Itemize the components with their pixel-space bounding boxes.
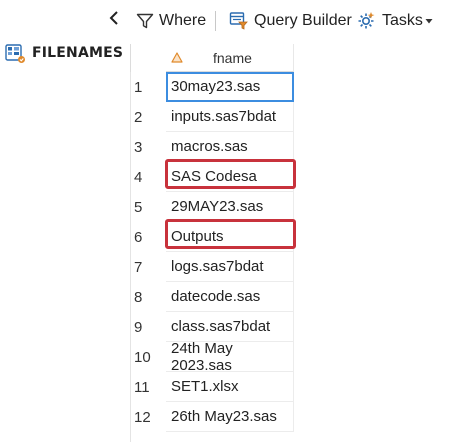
table-row: 6 Outputs — [130, 222, 294, 252]
table-cell[interactable]: 30may23.sas — [166, 72, 294, 102]
table-cell[interactable]: 29MAY23.sas — [166, 192, 294, 222]
where-button[interactable]: Where — [136, 8, 206, 34]
row-number: 9 — [134, 318, 143, 336]
toolbar: Where Query Builder Tasks — [0, 0, 474, 40]
table-row: 5 29MAY23.sas — [130, 192, 294, 222]
table-cell[interactable]: SAS Codesa — [166, 162, 294, 192]
row-number: 1 — [134, 78, 143, 96]
where-label: Where — [159, 12, 207, 29]
query-builder-icon — [229, 12, 248, 30]
row-number: 2 — [134, 108, 143, 126]
row-number: 10 — [134, 348, 151, 366]
table-cell[interactable]: class.sas7bdat — [166, 312, 294, 342]
collapse-panel-button[interactable] — [104, 6, 124, 30]
table-cell[interactable]: Outputs — [166, 222, 294, 252]
table-row: 9 class.sas7bdat — [130, 312, 294, 342]
tasks-gear-icon — [358, 12, 375, 29]
table-cell[interactable]: SET1.xlsx — [166, 372, 294, 402]
row-number: 4 — [134, 168, 143, 186]
table-cell[interactable]: datecode.sas — [166, 282, 294, 312]
row-number: 12 — [134, 408, 151, 426]
chevron-left-icon — [109, 11, 118, 25]
table-cell[interactable]: logs.sas7bdat — [166, 252, 294, 282]
table-row: 2 inputs.sas7bdat — [130, 102, 294, 132]
table-row: 1 30may23.sas — [130, 72, 294, 102]
row-number: 5 — [134, 198, 143, 216]
caret-down-icon — [425, 19, 433, 24]
character-column-icon — [171, 52, 183, 63]
toolbar-separator — [215, 11, 216, 31]
table-row: 11 SET1.xlsx — [130, 372, 294, 402]
table-row: 8 datecode.sas — [130, 282, 294, 312]
dataset-table-icon — [5, 44, 25, 63]
table-cell[interactable]: inputs.sas7bdat — [166, 102, 294, 132]
column-header-label: fname — [213, 49, 252, 66]
dataset-name: FILENAMES — [32, 45, 124, 61]
table-row: 10 24th May 2023.sas — [130, 340, 294, 374]
table-cell[interactable]: 24th May 2023.sas — [166, 340, 294, 374]
column-header-fname[interactable]: fname — [166, 44, 294, 72]
row-number: 8 — [134, 288, 143, 306]
row-number: 11 — [134, 378, 150, 396]
tasks-label: Tasks — [382, 12, 423, 29]
table-row: 4 SAS Codesa — [130, 162, 294, 192]
row-number: 3 — [134, 138, 143, 156]
grid-divider — [130, 44, 131, 72]
row-number: 6 — [134, 228, 143, 246]
query-builder-label: Query Builder — [254, 12, 352, 29]
table-row: 7 logs.sas7bdat — [130, 252, 294, 282]
data-table: 1 30may23.sas 2 inputs.sas7bdat 3 macros… — [130, 72, 294, 432]
filter-funnel-icon — [136, 13, 154, 29]
table-cell[interactable]: 26th May23.sas — [166, 402, 294, 432]
query-builder-button[interactable]: Query Builder — [229, 8, 352, 34]
table-cell[interactable]: macros.sas — [166, 132, 294, 162]
dataset-title: FILENAMES — [4, 40, 123, 66]
table-row: 12 26th May23.sas — [130, 402, 294, 432]
table-row: 3 macros.sas — [130, 132, 294, 162]
tasks-button[interactable]: Tasks — [357, 8, 433, 34]
row-number: 7 — [134, 258, 143, 276]
